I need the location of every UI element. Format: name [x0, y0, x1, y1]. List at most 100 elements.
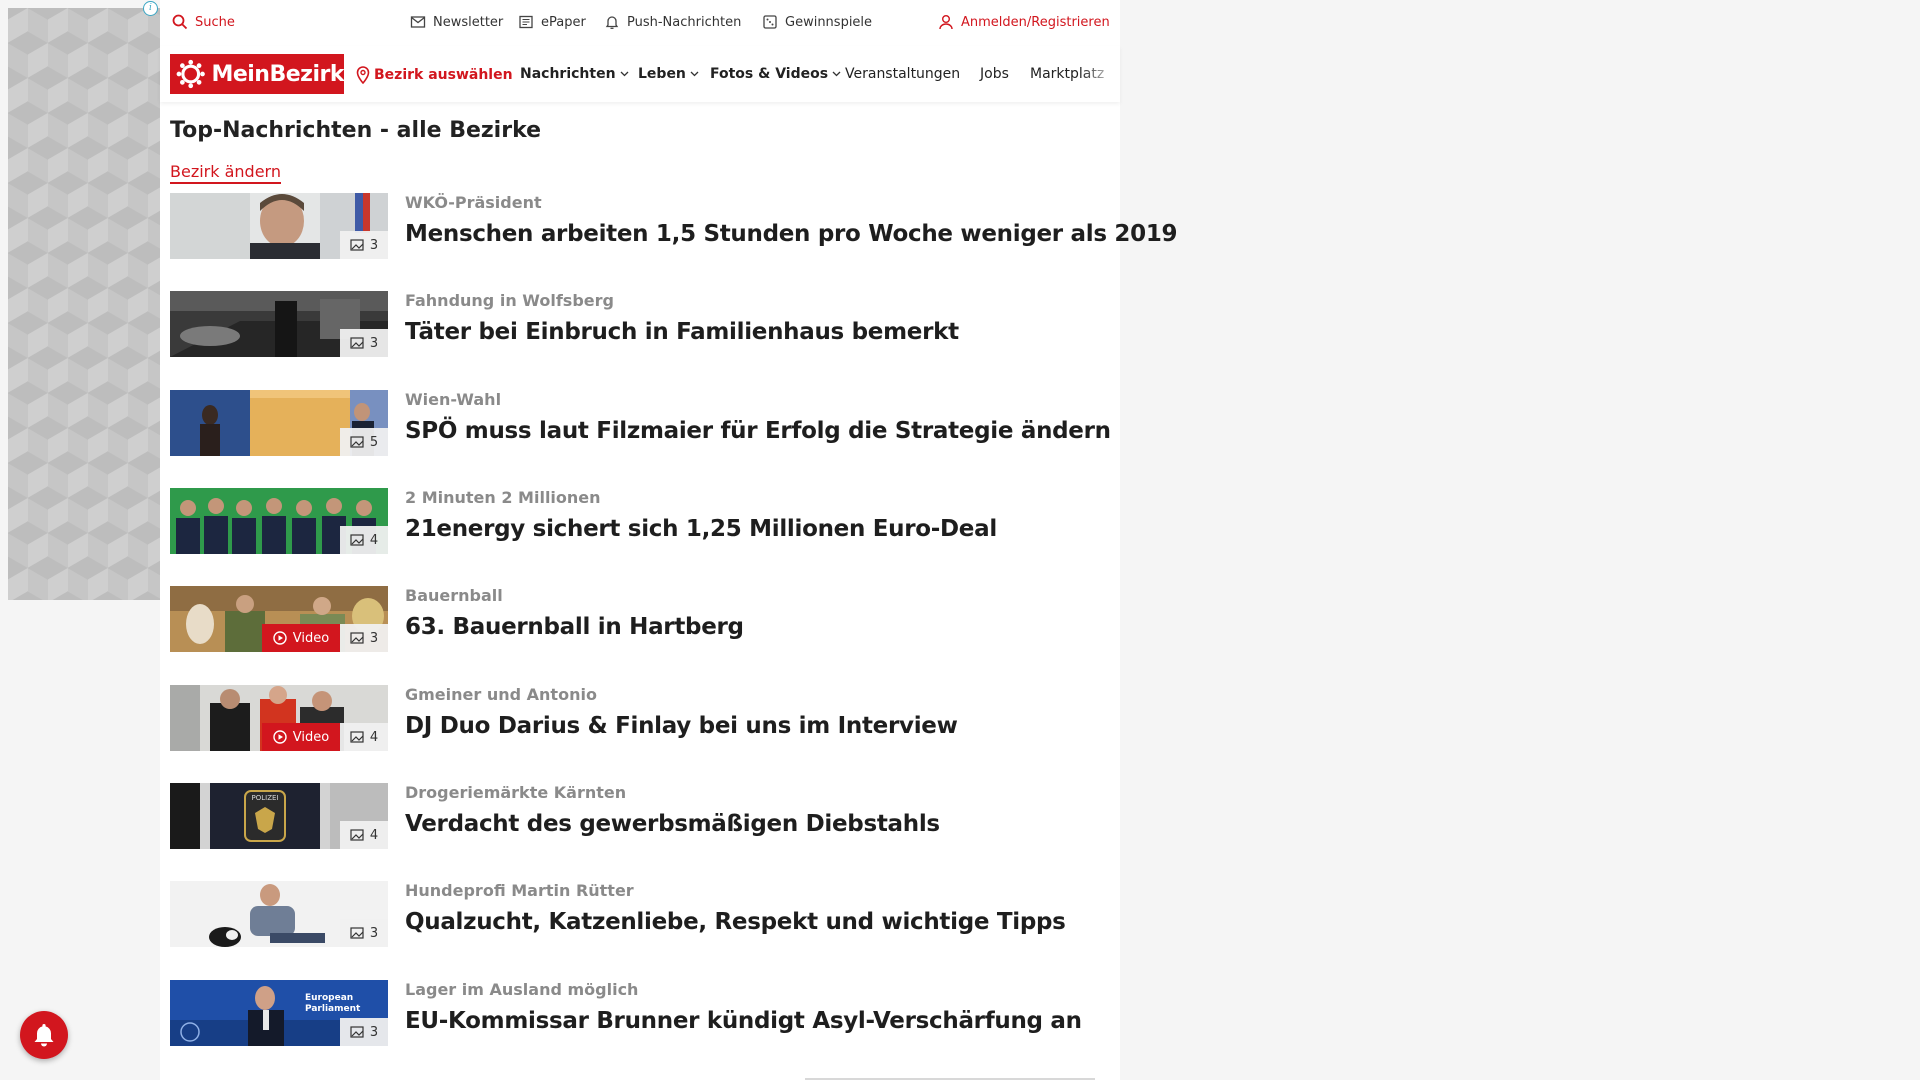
search-link[interactable]: Suche	[172, 14, 235, 30]
image-icon	[350, 534, 364, 546]
logo-text: MeinBezirk	[211, 61, 344, 87]
nav-item-leben[interactable]: Leben	[638, 66, 699, 82]
photo-count-badge: 3	[340, 1018, 388, 1046]
search-label: Suche	[195, 14, 235, 30]
article-item[interactable]: POLIZEI 4 Drogeriemärkte Kärnten Verdach…	[170, 783, 1110, 849]
photo-count: 3	[369, 925, 379, 941]
article-thumbnail[interactable]: 3	[170, 193, 388, 259]
article-headline[interactable]: Täter bei Einbruch in Familienhaus bemer…	[405, 319, 959, 345]
article-item[interactable]: Video 3 Bauernball 63. Bauernball in Har…	[170, 586, 1110, 652]
article-item[interactable]: European Parliament 3 Lager im Ausland m…	[170, 980, 1110, 1046]
video-label: Video	[292, 729, 330, 745]
article-thumbnail[interactable]: Video 3	[170, 586, 388, 652]
article-item[interactable]: Video 4 Gmeiner und Antonio DJ Duo Dariu…	[170, 685, 1110, 751]
newsletter-label: Newsletter	[433, 14, 504, 30]
photo-count: 3	[369, 237, 379, 253]
location-pin-icon	[356, 66, 370, 84]
article-kicker: Fahndung in Wolfsberg	[405, 291, 614, 310]
nav-label: Leben	[638, 66, 686, 82]
article-item[interactable]: 3 Fahndung in Wolfsberg Täter bei Einbru…	[170, 291, 1110, 357]
utility-bar: Suche Newsletter ePaper Push-Nachrichten…	[160, 0, 1120, 46]
article-thumbnail[interactable]: 3	[170, 881, 388, 947]
epaper-link[interactable]: ePaper	[518, 14, 586, 30]
article-thumbnail[interactable]: European Parliament 3	[170, 980, 388, 1046]
photo-count-badge: 3	[340, 329, 388, 357]
newsletter-link[interactable]: Newsletter	[410, 14, 503, 30]
article-headline[interactable]: EU-Kommissar Brunner kündigt Asyl-Versch…	[405, 1008, 1082, 1034]
article-thumbnail[interactable]: POLIZEI 4	[170, 783, 388, 849]
contests-link[interactable]: Gewinnspiele	[762, 14, 872, 30]
chevron-down-icon	[620, 71, 629, 77]
page-container: Suche Newsletter ePaper Push-Nachrichten…	[160, 0, 1178, 1080]
article-item[interactable]: 3 WKÖ-Präsident Menschen arbeiten 1,5 St…	[170, 193, 1178, 259]
epaper-label: ePaper	[541, 14, 586, 30]
logo-sun-icon	[176, 59, 205, 89]
photo-count-badge: 3	[340, 231, 388, 259]
district-select-label: Bezirk auswählen	[374, 67, 513, 83]
play-icon	[273, 730, 287, 744]
video-label: Video	[292, 630, 330, 646]
ep-sign-line1: European	[305, 993, 353, 1003]
photo-count-badge: 3	[340, 919, 388, 947]
login-link[interactable]: Anmelden/Registrieren	[938, 14, 1110, 30]
article-thumbnail[interactable]: 3	[170, 291, 388, 357]
video-badge: Video	[262, 624, 340, 652]
nav-label: Fotos & Videos	[710, 66, 829, 82]
push-label: Push-Nachrichten	[627, 14, 742, 30]
play-icon	[273, 631, 287, 645]
article-kicker: Bauernball	[405, 586, 503, 605]
article-kicker: Drogeriemärkte Kärnten	[405, 783, 627, 802]
mail-icon	[410, 16, 426, 28]
nav-label: Nachrichten	[520, 66, 616, 82]
photo-count: 3	[369, 630, 379, 646]
image-icon	[350, 1026, 364, 1038]
site-logo[interactable]: MeinBezirk	[170, 54, 344, 94]
login-label: Anmelden/Registrieren	[961, 14, 1110, 30]
nav-item-fotos-videos[interactable]: Fotos & Videos	[710, 66, 841, 82]
push-notification-button[interactable]	[20, 1011, 68, 1059]
article-headline[interactable]: Menschen arbeiten 1,5 Stunden pro Woche …	[405, 221, 1178, 247]
article-item[interactable]: 5 Wien-Wahl SPÖ muss laut Filzmaier für …	[170, 390, 1111, 456]
article-headline[interactable]: Verdacht des gewerbsmäßigen Diebstahls	[405, 811, 940, 837]
district-select[interactable]: Bezirk auswählen	[356, 66, 513, 84]
article-kicker: WKÖ-Präsident	[405, 193, 542, 212]
ad-banner[interactable]	[8, 8, 160, 600]
ad-info-icon[interactable]: i	[143, 1, 158, 16]
gift-icon	[763, 15, 777, 29]
ep-sign-line2: Parliament	[305, 1004, 361, 1014]
contests-label: Gewinnspiele	[785, 14, 873, 30]
chevron-down-icon	[690, 71, 699, 77]
article-thumbnail[interactable]: 4	[170, 488, 388, 554]
bell-icon	[34, 1024, 54, 1047]
article-headline[interactable]: 21energy sichert sich 1,25 Millionen Eur…	[405, 516, 997, 542]
article-headline[interactable]: SPÖ muss laut Filzmaier für Erfolg die S…	[405, 418, 1111, 444]
photo-count: 4	[369, 827, 379, 843]
article-item[interactable]: 4 2 Minuten 2 Millionen 21energy sichert…	[170, 488, 1110, 554]
search-icon	[172, 14, 188, 30]
user-icon	[939, 15, 953, 30]
article-kicker: Gmeiner und Antonio	[405, 685, 597, 704]
photo-count-badge: 5	[340, 428, 388, 456]
nav-item-veranstaltungen[interactable]: Veranstaltungen	[845, 66, 960, 82]
article-thumbnail[interactable]: Video 4	[170, 685, 388, 751]
article-kicker: Wien-Wahl	[405, 390, 502, 409]
article-thumbnail[interactable]: 5	[170, 390, 388, 456]
article-kicker: Lager im Ausland möglich	[405, 980, 639, 999]
photo-count: 4	[369, 532, 379, 548]
article-headline[interactable]: DJ Duo Darius & Finlay bei uns im Interv…	[405, 713, 958, 739]
nav-item-jobs[interactable]: Jobs	[980, 66, 1009, 82]
photo-count: 3	[369, 1024, 379, 1040]
police-badge-text: POLIZEI	[252, 794, 279, 802]
article-headline[interactable]: Qualzucht, Katzenliebe, Respekt und wich…	[405, 909, 1066, 935]
newspaper-icon	[519, 15, 533, 29]
article-headline[interactable]: 63. Bauernball in Hartberg	[405, 614, 744, 640]
change-district-link[interactable]: Bezirk ändern	[170, 162, 281, 184]
image-icon	[350, 337, 364, 349]
push-notifications-link[interactable]: Push-Nachrichten	[604, 14, 741, 30]
article-item[interactable]: 3 Hundeprofi Martin Rütter Qualzucht, Ka…	[170, 881, 1110, 947]
image-icon	[350, 436, 364, 448]
image-icon	[350, 829, 364, 841]
photo-count-badge: 4	[340, 821, 388, 849]
nav-item-nachrichten[interactable]: Nachrichten	[520, 66, 629, 82]
image-icon	[350, 731, 364, 743]
